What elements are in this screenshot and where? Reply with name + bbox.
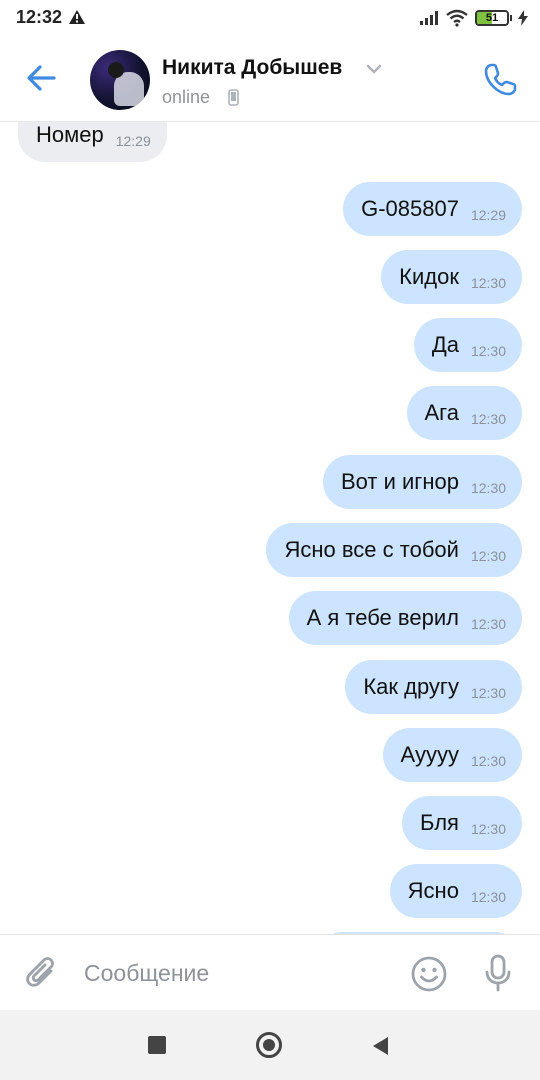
status-time: 12:32 xyxy=(16,7,63,27)
message-text: Ясно все с тобой xyxy=(284,537,459,562)
message-time: 12:30 xyxy=(470,616,506,632)
message-bubble-outgoing[interactable]: Кидок 12:30 xyxy=(381,250,522,304)
battery-icon: 51 xyxy=(475,10,509,26)
message-time: 12:29 xyxy=(115,133,151,149)
message-text: Номер xyxy=(36,122,104,147)
battery-level: 51 xyxy=(485,12,499,24)
emoji-button[interactable] xyxy=(410,955,448,998)
contact-name[interactable]: Никита Добышев xyxy=(162,56,342,80)
message-time: 12:30 xyxy=(470,821,506,837)
message-text: Как другу xyxy=(363,674,459,699)
message-text: Ага xyxy=(424,400,459,425)
message-text: Ауууу xyxy=(400,742,459,767)
message-time: 12:29 xyxy=(470,207,506,223)
message-bubble-outgoing[interactable]: А я тебе верил 12:30 xyxy=(288,591,522,645)
message-list[interactable]: Номер 12:29 G-085807 12:29 Кидок 12:30 Д… xyxy=(0,122,540,934)
system-nav-bar xyxy=(0,1010,540,1080)
message-bubble-incoming[interactable]: Номер 12:29 xyxy=(18,122,167,162)
chat-header: Никита Добышев online xyxy=(0,36,540,122)
back-arrow-icon xyxy=(27,65,56,91)
contact-status: online xyxy=(162,87,211,107)
voice-message-button[interactable] xyxy=(482,953,514,998)
message-text: А я тебе верил xyxy=(306,605,459,630)
message-time: 12:30 xyxy=(470,275,506,291)
message-time: 12:30 xyxy=(470,753,506,769)
emoji-icon xyxy=(411,956,447,992)
call-icon xyxy=(484,63,517,96)
message-bubble-outgoing[interactable]: Ясно 12:30 xyxy=(389,864,522,918)
microphone-icon xyxy=(485,954,511,992)
avatar[interactable] xyxy=(90,50,150,110)
message-text: Бля xyxy=(420,810,459,835)
status-icons: 51 xyxy=(419,8,528,28)
message-text: Кидок xyxy=(399,264,459,289)
message-time: 12:30 xyxy=(470,343,506,359)
message-time: 12:30 xyxy=(470,889,506,905)
recents-button[interactable] xyxy=(148,1036,166,1054)
message-time: 12:30 xyxy=(470,548,506,564)
charging-icon xyxy=(518,10,528,26)
nav-back-icon[interactable] xyxy=(370,1035,390,1057)
message-text: G-085807 xyxy=(361,196,459,221)
warning-icon xyxy=(69,10,85,24)
message-input[interactable] xyxy=(84,953,384,993)
mobile-phone-icon xyxy=(228,89,239,106)
message-bubble-outgoing[interactable]: G-085807 12:29 xyxy=(343,182,522,236)
message-time: 12:30 xyxy=(470,411,506,427)
message-time: 12:30 xyxy=(470,685,506,701)
call-button[interactable] xyxy=(482,60,520,98)
attach-button[interactable] xyxy=(24,955,60,998)
message-bubble-outgoing[interactable]: Как другу 12:30 xyxy=(345,660,522,714)
back-button[interactable] xyxy=(24,62,60,94)
message-composer xyxy=(0,934,540,1010)
message-text: Ясно xyxy=(407,878,459,903)
message-bubble-outgoing[interactable]: Ясно все с тобой 12:30 xyxy=(266,523,522,577)
message-bubble-outgoing[interactable]: Вот и игнор 12:30 xyxy=(323,455,522,509)
message-bubble-outgoing[interactable]: Ауууу 12:30 xyxy=(382,728,522,782)
message-text: Да xyxy=(431,332,459,357)
message-bubble-outgoing[interactable]: Бля 12:30 xyxy=(402,796,522,850)
message-text: Вот и игнор xyxy=(341,469,459,494)
wifi-icon xyxy=(446,9,468,27)
signal-icon xyxy=(420,11,438,25)
message-bubble-outgoing[interactable]: Да 12:30 xyxy=(413,318,522,372)
message-bubble-outgoing[interactable]: Ага 12:30 xyxy=(406,386,522,440)
home-button[interactable] xyxy=(256,1032,282,1058)
status-bar: 12:32 51 xyxy=(0,0,540,36)
paperclip-icon xyxy=(26,957,54,987)
chevron-down-icon[interactable] xyxy=(366,64,382,74)
message-time: 12:30 xyxy=(470,480,506,496)
